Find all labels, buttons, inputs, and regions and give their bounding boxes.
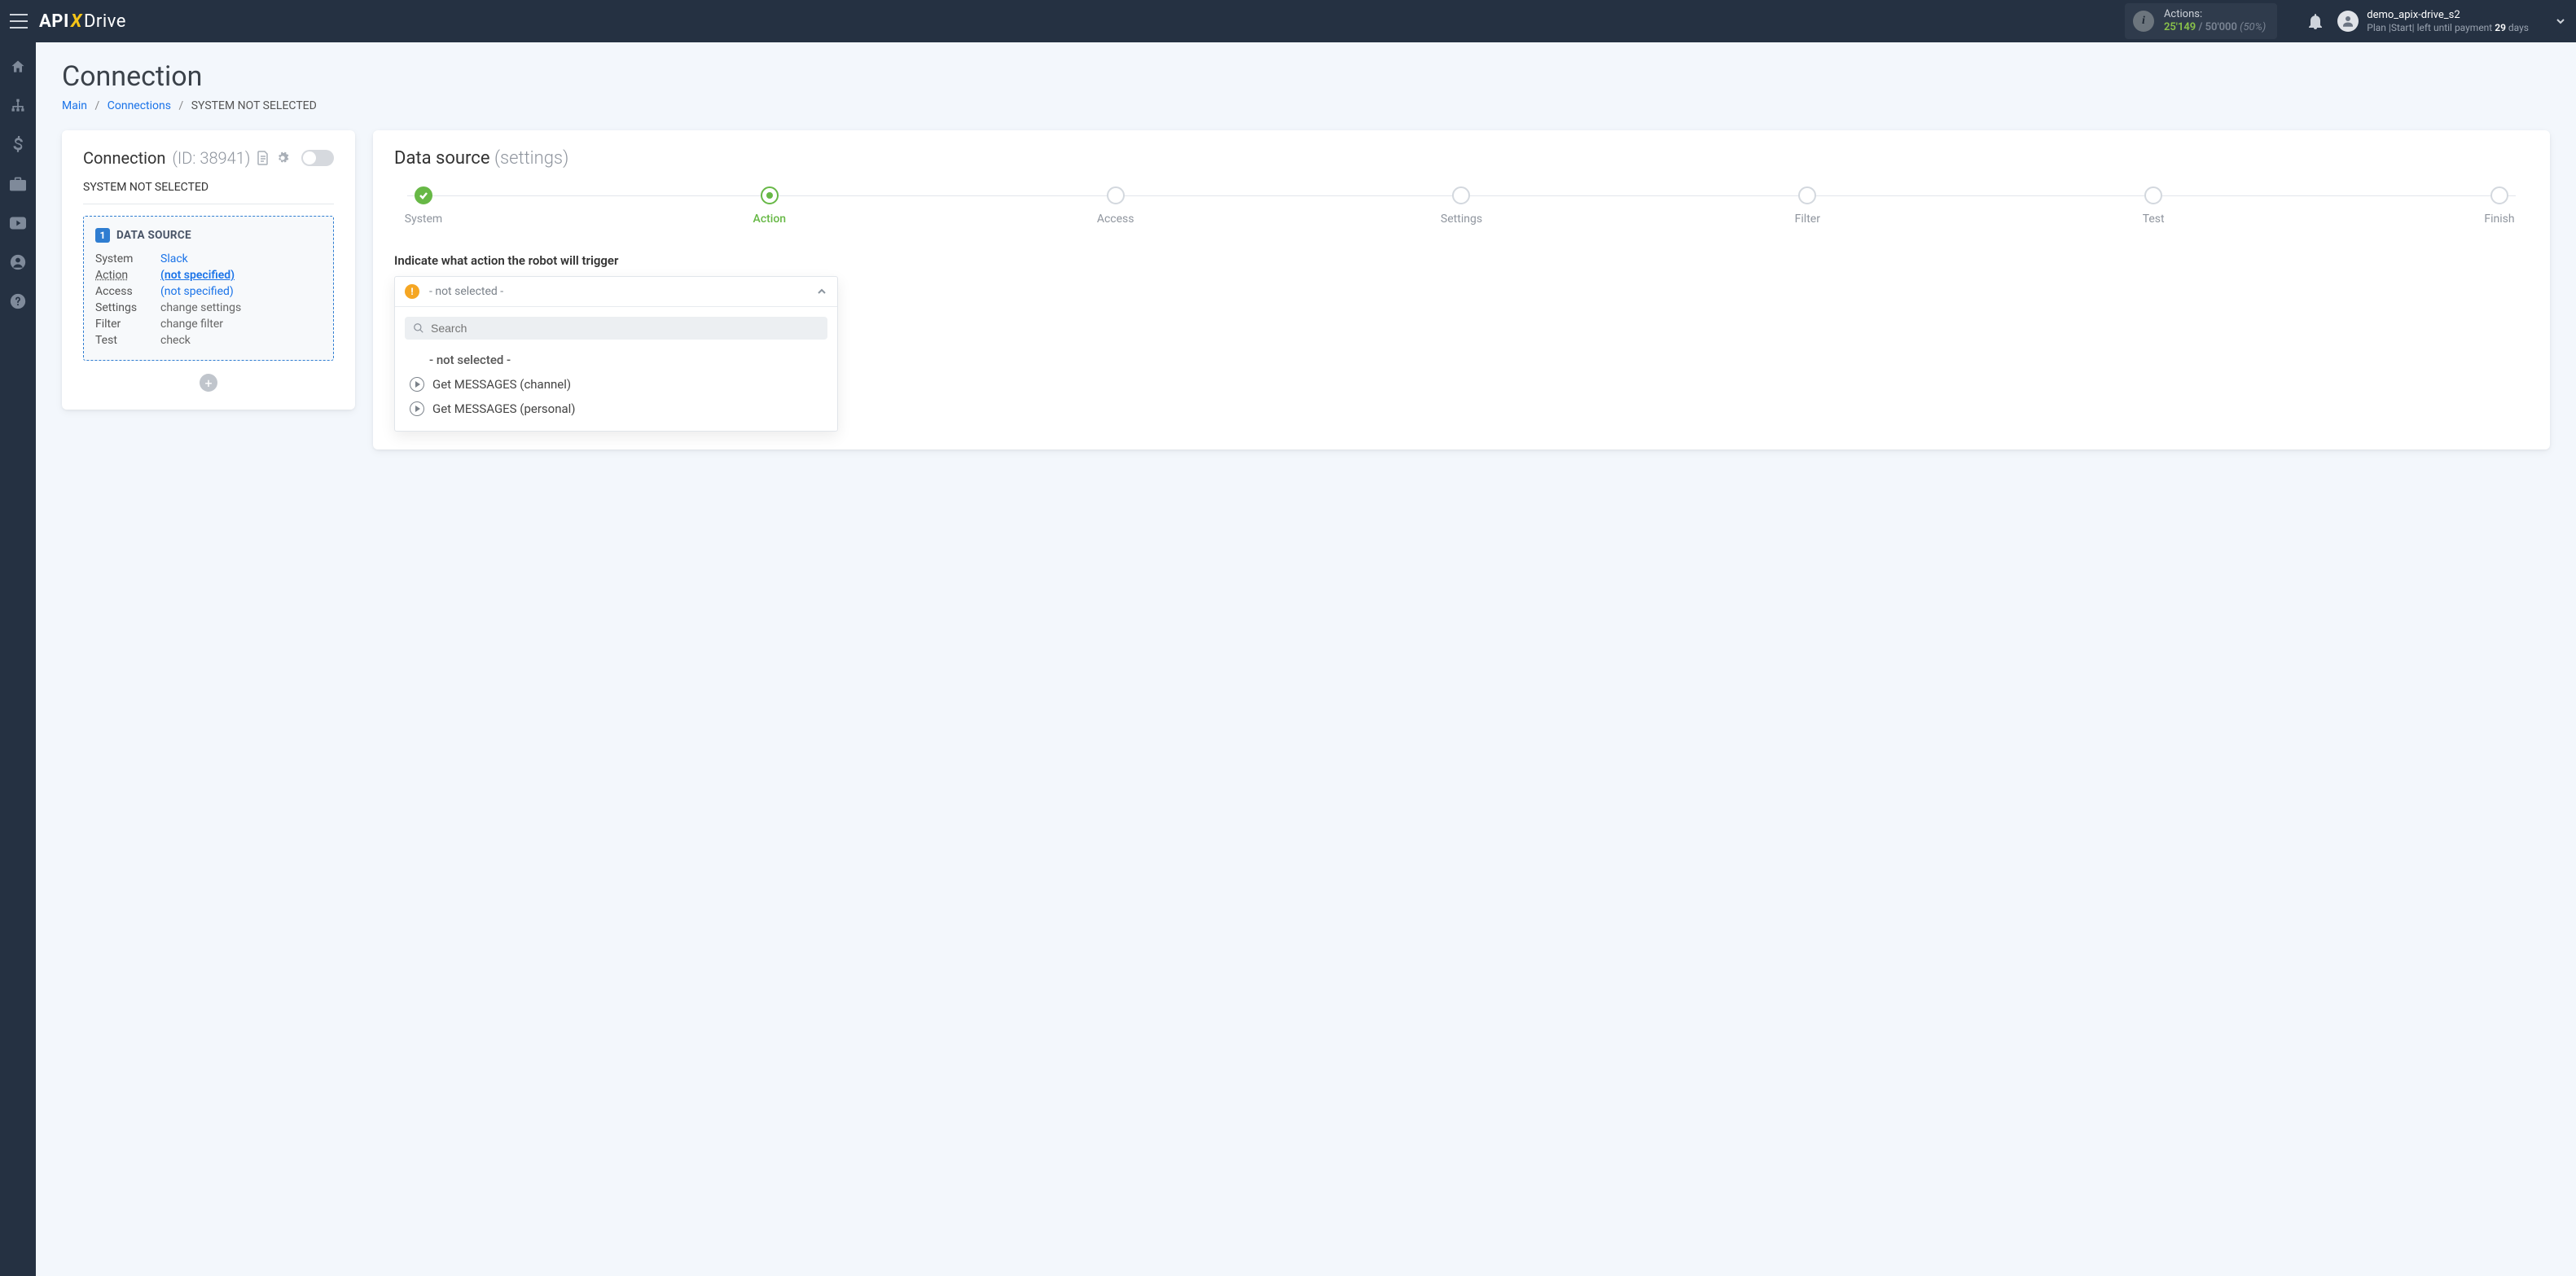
data-source-box[interactable]: 1 DATA SOURCE System Slack Action (not s… — [83, 216, 334, 361]
row-filter-value[interactable]: change filter — [160, 318, 322, 331]
action-dropdown-trigger[interactable]: ! - not selected - — [395, 277, 837, 307]
connection-subtitle: SYSTEM NOT SELECTED — [83, 173, 334, 204]
row-filter-label: Filter — [95, 318, 160, 331]
row-access-label: Access — [95, 285, 160, 298]
nav-video-icon[interactable] — [8, 213, 28, 233]
data-source-panel: Data source (settings) System Action Acc… — [373, 130, 2550, 449]
step-finish[interactable]: Finish — [2475, 186, 2524, 226]
nav-briefcase-icon[interactable] — [8, 174, 28, 194]
row-action-label: Action — [95, 269, 160, 282]
breadcrumb: Main / Connections / SYSTEM NOT SELECTED — [62, 99, 2550, 112]
step-system[interactable]: System — [399, 186, 448, 226]
play-icon — [410, 401, 424, 416]
play-icon — [410, 377, 424, 392]
step-test[interactable]: Test — [2129, 186, 2178, 226]
row-system-value[interactable]: Slack — [160, 252, 322, 265]
add-destination-button[interactable]: + — [200, 374, 217, 392]
step-settings[interactable]: Settings — [1437, 186, 1485, 226]
step-access[interactable]: Access — [1091, 186, 1140, 226]
connection-toggle[interactable] — [301, 150, 334, 166]
nav-billing-icon[interactable] — [8, 135, 28, 155]
row-access-value[interactable]: (not specified) — [160, 285, 322, 298]
nav-help-icon[interactable] — [8, 292, 28, 311]
actions-counter-text: Actions: 25'149 / 50'000 (50%) — [2164, 8, 2266, 33]
row-test-label: Test — [95, 334, 160, 347]
option-get-messages-personal[interactable]: Get MESSAGES (personal) — [405, 397, 827, 421]
menu-hamburger-icon[interactable] — [10, 14, 28, 29]
breadcrumb-current: SYSTEM NOT SELECTED — [191, 99, 317, 112]
step-filter[interactable]: Filter — [1783, 186, 1832, 226]
nav-account-icon[interactable] — [8, 252, 28, 272]
action-dropdown-value: - not selected - — [429, 285, 806, 298]
row-test-value[interactable]: check — [160, 334, 322, 347]
sidebar — [0, 42, 36, 1276]
user-meta: demo_apix-drive_s2 Plan |Start| left unt… — [2367, 9, 2529, 33]
search-icon — [413, 322, 424, 334]
action-dropdown-search[interactable] — [405, 317, 827, 340]
nav-connections-icon[interactable] — [8, 96, 28, 116]
step-action[interactable]: Action — [745, 186, 794, 226]
main-content: Connection Main / Connections / SYSTEM N… — [36, 42, 2576, 1276]
connection-title: Connection — [83, 148, 165, 168]
page-title: Connection — [62, 60, 2550, 93]
user-menu[interactable]: demo_apix-drive_s2 Plan |Start| left unt… — [2337, 9, 2529, 33]
action-dropdown: ! - not selected - - not — [394, 276, 838, 432]
topbar: APIXDrive i Actions: 25'149 / 50'000 (50… — [0, 0, 2576, 42]
connection-panel: Connection (ID: 38941) SYSTEM NOT SELECT… — [62, 130, 355, 410]
source-step-number: 1 — [95, 228, 110, 243]
connection-id: (ID: 38941) — [172, 148, 250, 168]
option-not-selected[interactable]: - not selected - — [405, 348, 827, 372]
chevron-up-icon — [816, 286, 827, 297]
row-action-value[interactable]: (not specified) — [160, 269, 322, 282]
action-field-label: Indicate what action the robot will trig… — [394, 253, 2529, 268]
user-avatar-icon — [2337, 11, 2359, 32]
notifications-bell-icon[interactable] — [2308, 13, 2323, 29]
gear-icon[interactable] — [276, 151, 289, 164]
logo[interactable]: APIXDrive — [39, 11, 126, 32]
row-system-label: System — [95, 252, 160, 265]
ds-title: Data source — [394, 148, 490, 169]
warning-icon: ! — [405, 284, 419, 299]
breadcrumb-main[interactable]: Main — [62, 99, 87, 112]
actions-counter[interactable]: i Actions: 25'149 / 50'000 (50%) — [2125, 3, 2277, 38]
ds-subtitle: (settings) — [494, 148, 568, 169]
chevron-down-icon[interactable] — [2555, 15, 2566, 27]
source-box-title: DATA SOURCE — [116, 229, 191, 242]
nav-home-icon[interactable] — [8, 57, 28, 77]
row-settings-label: Settings — [95, 301, 160, 314]
step-progress: System Action Access Settings — [394, 186, 2529, 226]
action-search-input[interactable] — [431, 322, 819, 335]
info-icon: i — [2133, 11, 2154, 32]
breadcrumb-connections[interactable]: Connections — [108, 99, 171, 112]
option-get-messages-channel[interactable]: Get MESSAGES (channel) — [405, 372, 827, 397]
row-settings-value[interactable]: change settings — [160, 301, 322, 314]
document-icon[interactable] — [257, 151, 270, 165]
